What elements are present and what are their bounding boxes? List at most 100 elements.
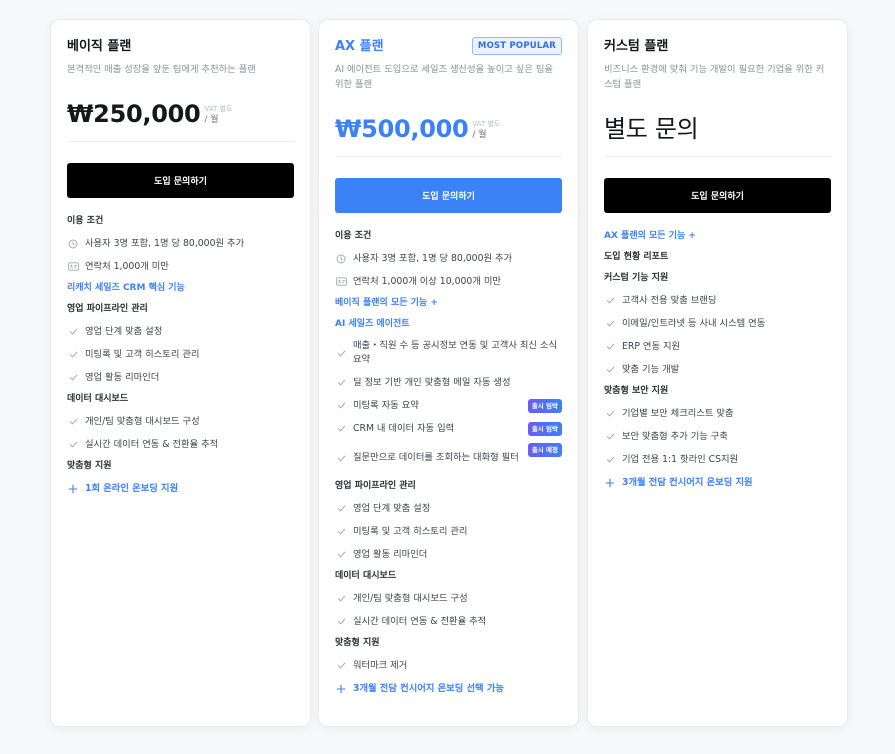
feature-list: 이용 조건사용자 3명 포함, 1명 당 80,000원 추가 연락처 1,000…: [67, 211, 294, 500]
plus-icon: [335, 684, 347, 694]
most-popular-badge: MOST POPULAR: [471, 37, 562, 55]
feature-item: 워터마크 제거: [335, 654, 562, 677]
feature-text: 개인/팀 맞춤형 대시보드 구성: [85, 415, 200, 427]
feature-item: CRM 내 데이터 자동 입력 출시 임박: [335, 417, 562, 440]
feature-item: 미팅록 및 고객 히스토리 관리: [67, 343, 294, 366]
plus-icon: [67, 484, 79, 494]
inquiry-button[interactable]: 도입 문의하기: [67, 163, 294, 198]
check-icon: [67, 373, 79, 382]
check-icon: [604, 342, 616, 351]
feature-item: 이메일/인트라넷 등 사내 시스템 연동: [604, 312, 831, 335]
check-icon: [335, 617, 347, 626]
check-icon: [335, 527, 347, 536]
plan-header: 베이직 플랜: [67, 37, 294, 57]
plan-card-ax: AX 플랜 MOST POPULAR AI 에이전트 도입으로 세일즈 생산성을…: [318, 19, 579, 727]
feature-item: 영업 단계 맞춤 설정: [67, 320, 294, 343]
release-status-badge: 출시 임박: [527, 421, 562, 436]
feature-item: 기업 전용 1:1 핫라인 CS지원: [604, 448, 831, 471]
feature-text: ERP 연동 지원: [622, 340, 681, 352]
plan-description: AI 에이전트 도입으로 세일즈 생산성을 높이고 싶은 팀을 위한 플랜: [335, 64, 553, 90]
check-icon: [335, 424, 347, 433]
feature-item: 개인/팀 맞춤형 대시보드 구성: [67, 410, 294, 433]
check-icon: [335, 349, 347, 358]
feature-text: 기업 전용 1:1 핫라인 CS지원: [622, 453, 739, 465]
feature-list: AX 플랜의 모든 기능 + 도입 현황 리포트 커스텀 기능 지원 고객사 전용 맞…: [604, 226, 831, 494]
feature-item: 연락처 1,000개 이상 10,000개 미만: [335, 270, 562, 293]
price-suffix: VAT 별도 / 월: [472, 120, 500, 144]
check-icon: [604, 409, 616, 418]
feature-item: 보안 맞춤형 추가 기능 구축: [604, 425, 831, 448]
check-icon: [604, 296, 616, 305]
check-icon: [67, 417, 79, 426]
feature-text: 딜 정보 기반 개인 맞춤형 메일 자동 생성: [353, 376, 511, 388]
feature-item: 영업 단계 맞춤 설정: [335, 497, 562, 520]
feature-text: 영업 활동 리마인더: [353, 548, 428, 560]
section-title: 맞춤형 지원: [67, 461, 112, 471]
price-row: ₩500,000 VAT 별도 / 월: [335, 112, 562, 144]
check-icon: [335, 661, 347, 670]
section-title: 영업 파이프라인 관리: [335, 481, 416, 491]
price-row: ₩250,000 VAT 별도 / 월: [67, 97, 294, 129]
plan-price: 별도 문의: [604, 115, 699, 143]
feature-item[interactable]: 3개월 전담 컨시어지 온보딩 지원: [604, 471, 831, 494]
feature-item: 매출・직원 수 등 공시정보 연동 및 고객사 최신 소식 요약: [335, 335, 562, 371]
feature-item: 미팅록 자동 요약 출시 임박: [335, 394, 562, 417]
check-icon: [604, 432, 616, 441]
feature-item[interactable]: 1회 온라인 온보딩 지원: [67, 477, 294, 500]
check-icon: [335, 454, 347, 463]
feature-text: 미팅록 자동 요약: [353, 399, 419, 411]
plus-icon: [604, 478, 616, 488]
contact-card-icon: [67, 262, 79, 271]
feature-text: 워터마크 제거: [353, 659, 408, 671]
feature-item: 실시간 데이터 연동 & 전환율 추적: [335, 610, 562, 633]
plan-description: 본격적인 매출 성장을 앞둔 팀에게 추천하는 플랜: [67, 64, 256, 75]
feature-item: 맞춤 기능 개발: [604, 358, 831, 381]
billing-period: / 월: [472, 130, 487, 140]
feature-text: 영업 단계 맞춤 설정: [85, 325, 163, 337]
check-icon: [335, 504, 347, 513]
feature-item[interactable]: 3개월 전담 컨시어지 온보딩 선택 가능: [335, 677, 562, 700]
check-icon: [335, 401, 347, 410]
feature-text: 1회 온라인 온보딩 지원: [85, 482, 179, 494]
inquiry-button[interactable]: 도입 문의하기: [604, 178, 831, 213]
plan-header: AX 플랜 MOST POPULAR: [335, 37, 562, 57]
check-icon: [335, 550, 347, 559]
check-icon: [604, 365, 616, 374]
check-icon: [67, 327, 79, 336]
feature-text: 영업 활동 리마인더: [85, 371, 160, 383]
feature-item: 미팅록 및 고객 히스토리 관리: [335, 520, 562, 543]
feature-text: 개인/팀 맞춤형 대시보드 구성: [353, 592, 468, 604]
feature-text: 맞춤 기능 개발: [622, 363, 680, 375]
feature-link[interactable]: AX 플랜의 모든 기능 +: [604, 226, 831, 247]
plan-card-custom: 커스텀 플랜 비즈니스 환경에 맞춰 기능 개발이 필요한 기업을 위한 커스텀…: [587, 19, 848, 727]
feature-link[interactable]: AI 세일즈 에이전트: [335, 314, 562, 335]
feature-item: 딜 정보 기반 개인 맞춤형 메일 자동 생성: [335, 371, 562, 394]
contact-card-icon: [335, 277, 347, 286]
divider: [604, 156, 831, 157]
section-title: 맞춤형 보안 지원: [604, 386, 669, 396]
clock-icon: [335, 254, 347, 264]
feature-item: 사용자 3명 포함, 1명 당 80,000원 추가: [67, 232, 294, 255]
divider: [335, 156, 562, 157]
feature-item: ERP 연동 지원: [604, 335, 831, 358]
feature-item: 개인/팀 맞춤형 대시보드 구성: [335, 587, 562, 610]
price-suffix: VAT 별도 / 월: [204, 105, 232, 129]
feature-item: 사용자 3명 포함, 1명 당 80,000원 추가: [335, 247, 562, 270]
inquiry-button[interactable]: 도입 문의하기: [335, 178, 562, 213]
section-title: 맞춤형 지원: [335, 638, 380, 648]
plan-description: 비즈니스 환경에 맞춰 기능 개발이 필요한 기업을 위한 커스텀 플랜: [604, 64, 825, 90]
check-icon: [335, 594, 347, 603]
feature-text: 이메일/인트라넷 등 사내 시스템 연동: [622, 317, 766, 329]
feature-link[interactable]: 리캐치 세일즈 CRM 핵심 기능: [67, 278, 294, 299]
plan-header: 커스텀 플랜: [604, 37, 831, 57]
plan-name: 커스텀 플랜: [604, 39, 669, 54]
feature-text: 질문만으로 데이터를 조회하는 대화형 필터: [353, 452, 519, 463]
feature-item: 고객사 전용 맞춤 브랜딩: [604, 289, 831, 312]
plan-name: 베이직 플랜: [67, 39, 132, 54]
feature-item: 연락처 1,000개 미만: [67, 255, 294, 278]
feature-text: 3개월 전담 컨시어지 온보딩 지원: [622, 476, 753, 488]
section-title: 이용 조건: [67, 216, 104, 226]
feature-item: 기업별 보안 체크리스트 맞춤: [604, 402, 831, 425]
feature-text: 보안 맞춤형 추가 기능 구축: [622, 430, 728, 442]
feature-link[interactable]: 베이직 플랜의 모든 기능 +: [335, 293, 562, 314]
